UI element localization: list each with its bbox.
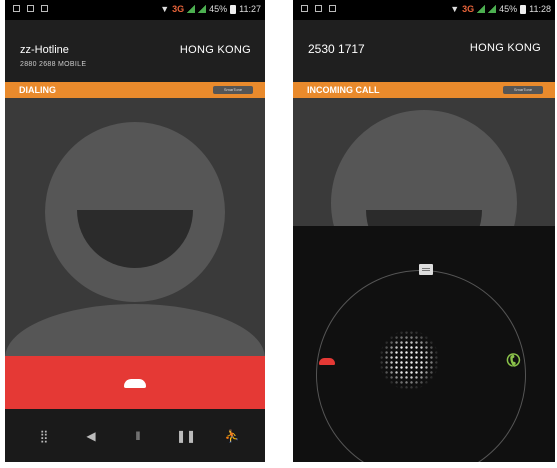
dialpad-icon[interactable]: ⣿ xyxy=(35,428,53,444)
call-controls: ⣿ ◀ ǁ ❚❚ ⛹ xyxy=(5,409,265,462)
signal-icon-2 xyxy=(198,5,207,13)
carrier-badge: SmarTone xyxy=(213,86,253,94)
call-state-bar: INCOMING CALL SmarTone xyxy=(293,82,555,98)
avatar-head xyxy=(331,110,517,226)
call-header: zz-Hotline 2880 2688 MOBILE HONG KONG xyxy=(5,20,265,82)
usb-icon xyxy=(27,5,34,12)
battery-icon xyxy=(520,4,527,14)
battery-percent: 45% xyxy=(499,4,518,14)
usb-icon xyxy=(315,5,322,12)
contact-avatar xyxy=(5,98,265,356)
caller-location: HONG KONG xyxy=(179,44,251,56)
call-state-label: DIALING xyxy=(19,85,56,95)
sim-icon xyxy=(41,5,48,12)
data-icon: ▼ xyxy=(160,4,170,14)
end-call-button[interactable] xyxy=(5,356,265,409)
signal-icon xyxy=(187,5,196,13)
call-state-label: INCOMING CALL xyxy=(307,85,380,95)
speaker-icon[interactable]: ◀ xyxy=(82,428,100,444)
notification-icon xyxy=(13,5,20,12)
signal-icon-2 xyxy=(488,5,497,13)
add-call-icon[interactable]: ⛹ xyxy=(223,428,241,444)
call-state-bar: DIALING SmarTone xyxy=(5,82,265,98)
signal-icon xyxy=(477,5,486,13)
sim-icon xyxy=(329,5,336,12)
call-header: 2530 1717 HONG KONG xyxy=(293,20,555,82)
dialing-screen: ▼ 3G 45% 11:27 zz-Hotline 2880 2688 MOBI… xyxy=(5,0,265,462)
status-bar: ▼ 3G 45% 11:28 xyxy=(293,0,555,20)
avatar-body xyxy=(5,304,265,356)
carrier-badge: SmarTone xyxy=(503,86,543,94)
contact-avatar xyxy=(293,98,555,226)
battery-icon xyxy=(230,4,237,14)
caller-name: zz-Hotline xyxy=(20,44,69,56)
caller-number: 2530 1717 xyxy=(308,42,365,56)
status-bar: ▼ 3G 45% 11:27 xyxy=(5,0,265,20)
clock: 11:28 xyxy=(529,4,551,14)
data-icon: ▼ xyxy=(450,4,460,14)
mute-icon[interactable]: ǁ xyxy=(129,428,147,444)
incoming-call-screen: ▼ 3G 45% 11:28 2530 1717 HONG KONG INCOM… xyxy=(293,0,555,462)
avatar-mouth xyxy=(366,210,482,226)
battery-percent: 45% xyxy=(209,4,228,14)
caller-location: HONG KONG xyxy=(469,42,541,54)
answer-slider: ✆ xyxy=(293,226,555,462)
missed-call-icon xyxy=(301,5,308,12)
slider-handle[interactable] xyxy=(379,330,439,390)
decline-call-icon[interactable] xyxy=(319,358,335,365)
network-type: 3G xyxy=(462,4,475,14)
caller-number: 2880 2688 MOBILE xyxy=(20,61,87,68)
hold-icon[interactable]: ❚❚ xyxy=(176,428,196,444)
network-type: 3G xyxy=(172,4,185,14)
message-icon[interactable] xyxy=(419,264,433,275)
clock: 11:27 xyxy=(239,4,261,14)
end-call-icon xyxy=(124,378,146,388)
